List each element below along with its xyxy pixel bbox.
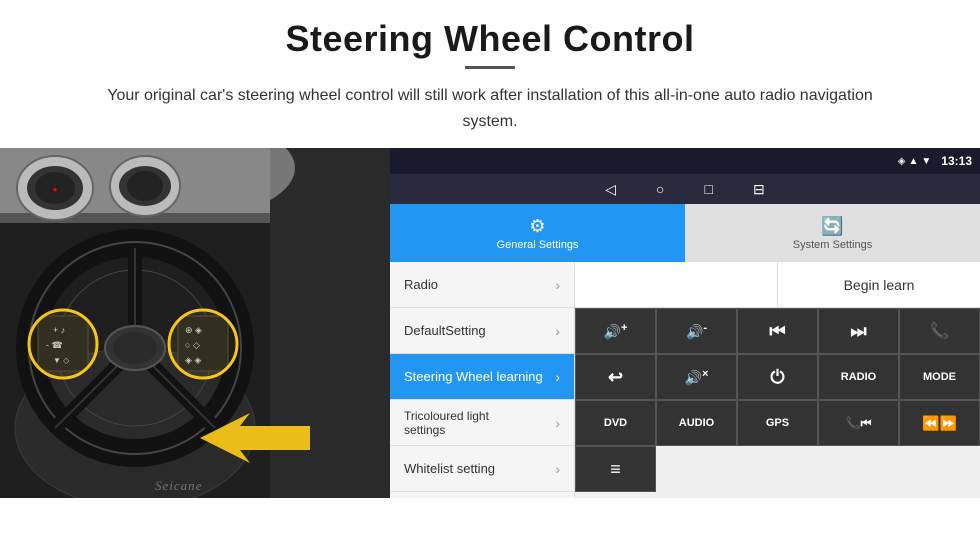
menu-item-radio[interactable]: Radio › [390,262,574,308]
car-background-svg: ● [0,148,390,498]
control-grid-row2: ↩ 🔊× ⏻ RADIO MODE [575,354,980,400]
call-prev-icon: 📞⏮ [846,416,872,431]
vol-down-icon: 🔊- [686,322,707,341]
general-settings-icon: ⚙ [529,216,545,237]
settings-body: Radio › DefaultSetting › Steering Wheel … [390,262,980,498]
status-icons: ◈ ▲ ▼ [898,156,932,167]
vol-up-icon: 🔊+ [604,322,628,341]
steering-chevron-icon: › [555,369,560,385]
default-chevron-icon: › [555,323,560,339]
tab-system[interactable]: 🔄 System Settings [685,204,980,262]
skip-icon: ⏪⏩ [922,415,957,432]
radio-label: RADIO [841,371,876,383]
empty-input-box [575,262,778,307]
gps-btn[interactable]: GPS [737,400,818,446]
next-track-icon: ⏭ [850,321,866,342]
system-settings-label: System Settings [793,239,872,251]
header-section: Steering Wheel Control Your original car… [0,0,980,148]
list-icon-btn[interactable]: ≡ [575,446,656,492]
vol-up-btn[interactable]: 🔊+ [575,308,656,354]
last-empty-area [656,446,980,492]
status-time: 13:13 [941,154,972,168]
next-track-btn[interactable]: ⏭ [818,308,899,354]
signal-icon: ▲ [908,156,918,167]
mode-label: MODE [923,371,956,383]
gps-label: GPS [766,417,789,429]
prev-track-btn[interactable]: ⏮ [737,308,818,354]
control-grid-row1: 🔊+ 🔊- ⏮ ⏭ 📞 [575,308,980,354]
skip-btn[interactable]: ⏪⏩ [899,400,980,446]
power-icon: ⏻ [770,367,784,388]
menu-item-steering-wheel[interactable]: Steering Wheel learning › [390,354,574,400]
car-image-area: ● [0,148,390,498]
page-title: Steering Wheel Control [60,18,920,60]
title-divider [465,66,515,69]
location-icon: ◈ [898,156,906,167]
settings-menu: Radio › DefaultSetting › Steering Wheel … [390,262,575,498]
wifi-icon: ▼ [921,156,931,167]
menu-item-default-label: DefaultSetting [404,323,555,338]
nav-recent-btn[interactable]: □ [705,181,713,197]
settings-right-panel: Begin learn 🔊+ 🔊- ⏮ [575,262,980,498]
call-prev-btn[interactable]: 📞⏮ [818,400,899,446]
mute-icon: 🔊× [685,368,709,387]
dvd-btn[interactable]: DVD [575,400,656,446]
begin-learn-button[interactable]: Begin learn [778,262,980,307]
page-wrapper: Steering Wheel Control Your original car… [0,0,980,498]
radio-chevron-icon: › [555,277,560,293]
mute-btn[interactable]: 🔊× [656,354,737,400]
menu-item-default-setting[interactable]: DefaultSetting › [390,308,574,354]
power-btn[interactable]: ⏻ [737,354,818,400]
menu-item-tricoloured[interactable]: Tricoloured lightsettings › [390,400,574,446]
vol-down-btn[interactable]: 🔊- [656,308,737,354]
svg-text:●: ● [53,185,58,194]
dvd-label: DVD [604,417,627,429]
control-grid-row3: DVD AUDIO GPS 📞⏮ ⏪⏩ [575,400,980,446]
return-btn[interactable]: ↩ [575,354,656,400]
nav-bar: ◁ ○ □ ⊟ [390,174,980,204]
return-icon: ↩ [608,367,623,388]
menu-item-radio-label: Radio [404,277,555,292]
general-settings-label: General Settings [497,239,579,251]
android-panel: ◈ ▲ ▼ 13:13 ◁ ○ □ ⊟ ⚙ General Settings [390,148,980,498]
status-bar: ◈ ▲ ▼ 13:13 [390,148,980,174]
mode-btn[interactable]: MODE [899,354,980,400]
audio-btn[interactable]: AUDIO [656,400,737,446]
nav-back-btn[interactable]: ◁ [605,181,616,198]
call-btn[interactable]: 📞 [899,308,980,354]
list-icon: ≡ [610,459,621,480]
menu-item-steering-label: Steering Wheel learning [404,369,555,384]
last-row: ≡ [575,446,980,492]
tricoloured-chevron-icon: › [555,415,560,431]
svg-text:Seicane: Seicane [155,478,202,493]
whitelist-chevron-icon: › [555,461,560,477]
menu-item-whitelist-label: Whitelist setting [404,461,555,476]
call-icon: 📞 [930,321,950,341]
prev-track-icon: ⏮ [769,321,785,342]
top-control-row: Begin learn [575,262,980,308]
menu-item-whitelist[interactable]: Whitelist setting › [390,446,574,492]
nav-menu-btn[interactable]: ⊟ [753,181,765,198]
menu-item-tricoloured-label: Tricoloured lightsettings [404,409,555,437]
radio-btn[interactable]: RADIO [818,354,899,400]
page-subtitle: Your original car's steering wheel contr… [80,83,900,134]
nav-home-btn[interactable]: ○ [656,181,664,197]
system-settings-icon: 🔄 [821,216,843,237]
tab-general[interactable]: ⚙ General Settings [390,204,685,262]
settings-tabs: ⚙ General Settings 🔄 System Settings [390,204,980,262]
audio-label: AUDIO [679,417,714,429]
main-content: ● [0,148,980,498]
